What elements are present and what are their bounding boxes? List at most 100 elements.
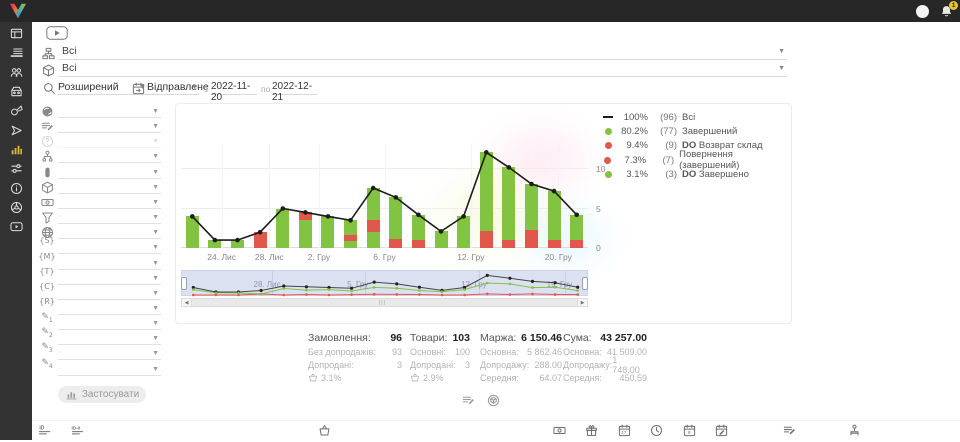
stats-sub-row: Основна:5 862.46 <box>480 345 562 358</box>
legend-item[interactable]: 80.2%(77)Завершений <box>600 124 791 138</box>
stats-title-row: Товари:103 <box>410 330 470 345</box>
status-group-select[interactable]: Всі ▼ <box>58 44 787 60</box>
filter-row-badge[interactable]: ▼ <box>40 165 162 180</box>
sidebar-item-sliders[interactable] <box>0 159 32 178</box>
toggle-lines[interactable] <box>462 394 475 412</box>
product-select-value: Всі <box>62 62 77 74</box>
filter-select-line[interactable] <box>58 225 161 239</box>
filter-select-line[interactable] <box>58 195 161 209</box>
legend-item[interactable]: 100%(96)Всі <box>600 110 791 124</box>
filter-row-cube[interactable]: ▼ <box>40 180 162 195</box>
stats-column: Маржа:6 150.46Основна:5 862.46Допродажу:… <box>480 330 562 384</box>
filter-row-funnel[interactable]: ▼ <box>40 210 162 225</box>
sidebar-item-dashboard[interactable] <box>0 24 32 43</box>
y-axis-tick: 5 <box>596 204 601 214</box>
date-to-label: по <box>261 84 270 94</box>
chart-navigator[interactable]: 28. Лис5. Гру12. Гру19. Гру <box>181 270 588 296</box>
toolbar-gift[interactable] <box>585 424 598 442</box>
toolbar-calendar-17[interactable]: 17 <box>618 424 631 442</box>
filter-select-line[interactable] <box>58 331 161 345</box>
toolbar-clock[interactable] <box>650 424 663 442</box>
notifications-bell[interactable]: 1 <box>940 4 954 19</box>
filter-row-lines[interactable]: ▼ <box>40 119 162 134</box>
toolbar-person-flow[interactable] <box>848 424 861 442</box>
toolbar-basket[interactable] <box>318 424 331 442</box>
date-from-input[interactable]: 2022-11-20 <box>211 80 257 95</box>
filter-row-pen-3[interactable]: ✎3▼ <box>40 346 162 361</box>
chevron-down-icon: ▼ <box>152 184 159 191</box>
filter-row-sitemap[interactable]: ▼ <box>40 149 162 164</box>
sidebar-item-promo[interactable] <box>0 101 32 120</box>
filter-row-help[interactable]: ▼ <box>40 134 162 149</box>
date-to-input[interactable]: 2022-12-21 <box>272 80 318 95</box>
sidebar-item-send[interactable] <box>0 120 32 139</box>
chart-bar <box>412 215 425 248</box>
bottom-toolbar: ID ID-0 17 8 <box>32 420 960 441</box>
navigator-left-handle[interactable] <box>181 277 187 290</box>
filter-select-line[interactable] <box>58 119 161 133</box>
scroll-left-button[interactable]: ◀ <box>182 299 192 306</box>
filter-row-globe-dark[interactable]: ▼ <box>40 104 162 119</box>
toggle-package-circle[interactable] <box>487 394 500 412</box>
gridline <box>319 144 320 248</box>
date-type-select[interactable]: Відправлене ▼ <box>132 80 199 95</box>
chart-scrollbar[interactable]: ◀ ||| ▶ <box>181 298 588 307</box>
filter-select-line[interactable] <box>58 240 161 254</box>
navigator-right-handle[interactable] <box>582 277 588 290</box>
filter-select-line[interactable] <box>58 271 161 285</box>
person-flow-icon <box>848 424 861 437</box>
filter-select-line[interactable] <box>58 256 161 270</box>
toolbar-id-zero[interactable]: ID-0 <box>71 424 84 442</box>
scroll-right-button[interactable]: ▶ <box>577 299 587 306</box>
sidebar-item-info[interactable] <box>0 178 32 197</box>
filter-row-pen-4[interactable]: ✎4▼ <box>40 362 162 377</box>
filter-row-pen-2[interactable]: ✎2▼ <box>40 331 162 346</box>
filter-row-brace-C[interactable]: {C}▼ <box>40 286 162 301</box>
filter-row-pen-1[interactable]: ✎1▼ <box>40 316 162 331</box>
legend-item[interactable]: 7.3%(7)Повернення (завершений) <box>600 153 791 167</box>
filter-row-globe-wire[interactable]: ▼ <box>40 225 162 240</box>
filter-select-line[interactable] <box>58 301 161 315</box>
filter-select-line[interactable] <box>58 316 161 330</box>
toolbar-lines[interactable] <box>783 424 796 442</box>
filter-select-line[interactable] <box>58 180 161 194</box>
sidebar-item-list[interactable] <box>0 43 32 62</box>
sidebar-item-wheel[interactable] <box>0 198 32 217</box>
filter-select-line[interactable] <box>58 210 161 224</box>
scrollbar-grip[interactable]: ||| <box>379 300 386 306</box>
toolbar-calendar-pen[interactable] <box>715 424 728 442</box>
filter-row-banknote[interactable]: ▼ <box>40 195 162 210</box>
bar-segment-green <box>435 231 448 248</box>
toolbar-calendar-8[interactable]: 8 <box>683 424 696 442</box>
filter-select-line[interactable] <box>58 362 161 376</box>
sidebar-item-users[interactable] <box>0 63 32 82</box>
filter-select-line[interactable] <box>58 346 161 360</box>
filter-select-line[interactable] <box>58 165 161 179</box>
search-mode-value: Розширений <box>58 81 119 93</box>
product-select[interactable]: Всі ▼ <box>58 61 787 77</box>
filter-row-brace-S[interactable]: {S}▼ <box>40 240 162 255</box>
filter-select-line[interactable] <box>58 104 161 118</box>
x-axis-label: 28. Лис <box>247 252 291 262</box>
bar-segment-red <box>480 231 493 248</box>
apply-button[interactable]: Застосувати <box>58 386 146 403</box>
filter-select-line[interactable] <box>58 149 161 163</box>
tour-play-button[interactable] <box>46 26 68 45</box>
apply-button-label: Застосувати <box>82 389 139 400</box>
sidebar-item-video[interactable] <box>0 217 32 236</box>
legend-percent: 3.1% <box>618 169 648 180</box>
filter-row-brace-T[interactable]: {T}▼ <box>40 271 162 286</box>
filter-row-brace-R[interactable]: {R}▼ <box>40 301 162 316</box>
toolbar-id-lines[interactable]: ID <box>38 424 51 442</box>
bar-segment-green <box>389 197 402 238</box>
sidebar-item-store[interactable] <box>0 82 32 101</box>
sidebar-item-stats[interactable] <box>0 140 32 159</box>
bar-segment-green <box>208 240 221 248</box>
filter-row-brace-M[interactable]: {M}▼ <box>40 256 162 271</box>
avatar[interactable] <box>916 5 929 18</box>
filter-select-line[interactable] <box>58 286 161 300</box>
filter-select-line[interactable] <box>58 134 161 148</box>
toolbar-banknote[interactable] <box>553 424 566 442</box>
date-from-label: з <box>204 84 208 94</box>
legend-label: Повернення (завершений) <box>679 149 791 171</box>
